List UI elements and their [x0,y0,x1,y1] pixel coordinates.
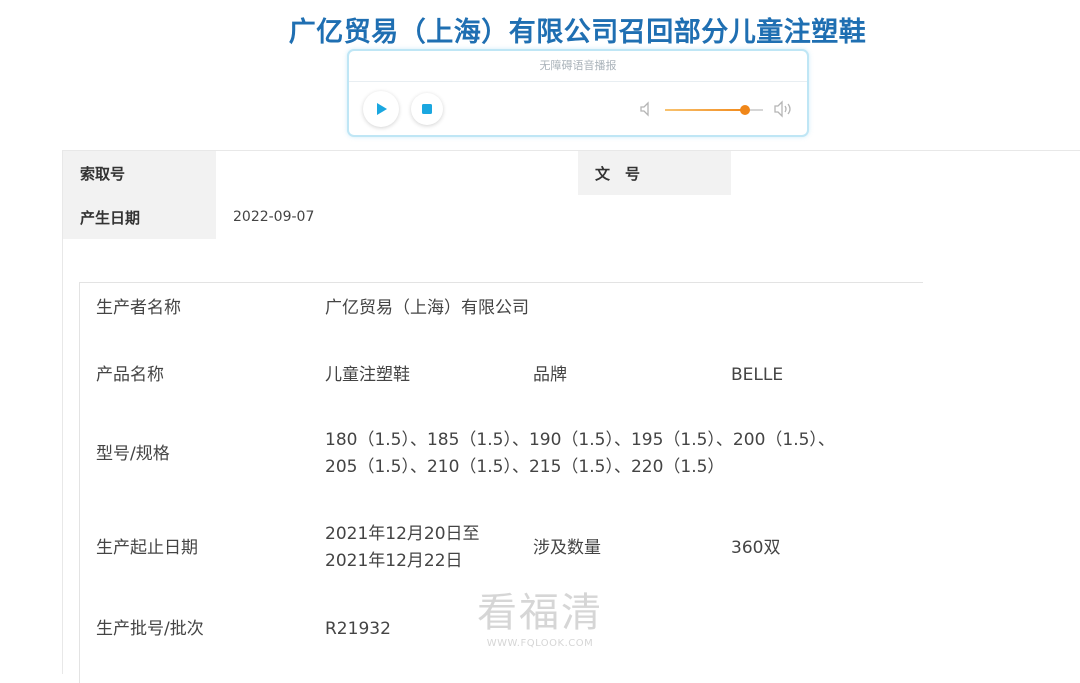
production-period-line-2: 2021年12月22日 [325,551,463,571]
model-spec-line-1: 180（1.5）、185（1.5）、190（1.5）、195（1.5）、200（… [325,430,835,450]
stop-button[interactable] [411,93,443,125]
volume-low-icon[interactable] [639,101,653,117]
play-icon [377,103,387,115]
creation-date-value: 2022-09-07 [233,209,315,225]
manufacturer-value: 广亿贸易（上海）有限公司 [325,298,529,318]
creation-date-label: 产生日期 [63,195,216,239]
audio-player: 无障碍语音播报 [347,49,809,137]
volume-slider-fill [665,109,746,111]
index-number-value [232,151,562,195]
product-name-label: 产品名称 [96,365,164,385]
stop-icon [422,104,432,114]
batch-number-value: R21932 [325,619,391,639]
player-caption: 无障碍语音播报 [349,51,807,82]
brand-value: BELLE [731,365,784,385]
index-number-label: 索取号 [63,151,216,195]
document-number-value [748,151,1048,195]
quantity-value: 360双 [731,538,781,558]
volume-slider-handle[interactable] [740,105,751,115]
brand-label: 品牌 [533,365,567,385]
page-title: 广亿贸易（上海）有限公司召回部分儿童注塑鞋 [288,17,867,48]
model-spec-label: 型号/规格 [96,444,170,464]
model-spec-line-2: 205（1.5）、210（1.5）、215（1.5）、220（1.5） [325,457,725,477]
product-name-value: 儿童注塑鞋 [325,365,410,385]
production-period-line-1: 2021年12月20日至 [325,524,480,544]
play-button[interactable] [363,91,399,127]
production-period-label: 生产起止日期 [96,538,198,558]
volume-high-icon[interactable] [773,99,795,119]
volume-slider[interactable] [665,105,763,115]
batch-number-label: 生产批号/批次 [96,619,204,639]
recall-details-table [79,282,923,683]
manufacturer-label: 生产者名称 [96,298,181,318]
document-number-label: 文 号 [578,151,731,195]
quantity-label: 涉及数量 [533,538,601,558]
